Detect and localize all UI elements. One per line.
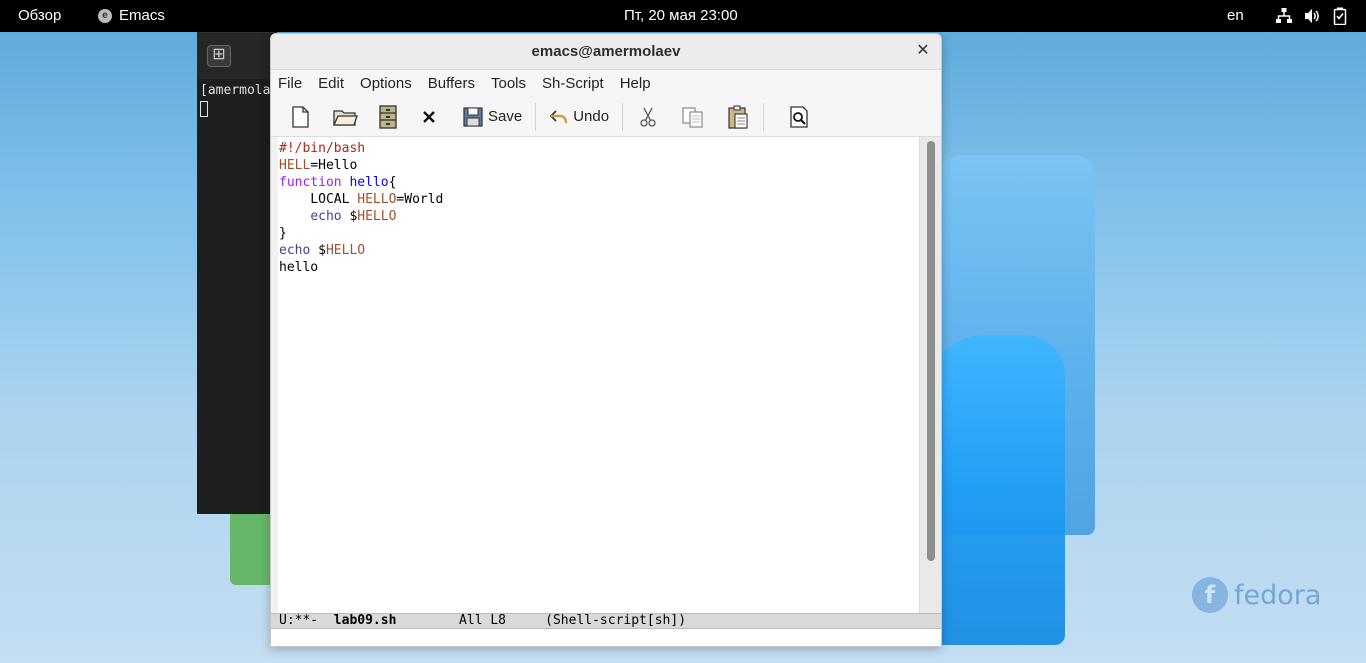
undo-icon bbox=[549, 107, 569, 127]
window-titlebar[interactable]: emacs@amermolaev ✕ bbox=[271, 34, 941, 70]
dired-button[interactable] bbox=[371, 101, 405, 133]
code-token: HELLO bbox=[357, 192, 397, 207]
menu-file[interactable]: File bbox=[278, 75, 302, 92]
code-token: echo bbox=[279, 243, 311, 258]
copy-button[interactable] bbox=[675, 101, 711, 133]
left-fringe bbox=[271, 137, 278, 613]
code-token: =Hello bbox=[310, 158, 358, 173]
menu-help[interactable]: Help bbox=[620, 75, 651, 92]
tool-bar: Save Undo bbox=[271, 97, 941, 137]
code-token: $ bbox=[310, 243, 326, 258]
file-cabinet-icon bbox=[376, 104, 400, 130]
code-token: } bbox=[279, 226, 287, 241]
code-token: =World bbox=[396, 192, 444, 207]
open-file-button[interactable] bbox=[327, 101, 363, 133]
close-buffer-icon bbox=[418, 106, 440, 128]
volume-icon bbox=[1303, 7, 1321, 25]
terminal-prompt: [amermola bbox=[200, 83, 271, 98]
code-line[interactable]: } bbox=[279, 225, 443, 242]
fedora-wordmark: fedora bbox=[1234, 579, 1322, 611]
menu-bar: File Edit Options Buffers Tools Sh-Scrip… bbox=[271, 70, 941, 97]
clock-button[interactable]: Пт, 20 мая 23:00 bbox=[624, 7, 738, 24]
code-buffer[interactable]: #!/bin/bash HELL=Hello function hello{ LOC… bbox=[279, 140, 443, 276]
kill-buffer-button[interactable] bbox=[413, 101, 445, 133]
copy-icon bbox=[680, 105, 706, 129]
modeline-position: All L8 bbox=[396, 613, 546, 628]
fedora-logo: f fedora bbox=[1192, 577, 1321, 613]
code-line[interactable]: function hello{ bbox=[279, 174, 443, 191]
folder-open-icon bbox=[332, 105, 358, 129]
emacs-icon: e bbox=[98, 8, 112, 23]
code-line[interactable]: hello bbox=[279, 259, 443, 276]
code-line[interactable]: echo $HELLO bbox=[279, 208, 443, 225]
code-token: $ bbox=[341, 209, 358, 224]
modeline-buffer-name[interactable]: lab09.sh bbox=[334, 614, 397, 628]
system-menu-button[interactable] bbox=[1275, 7, 1349, 25]
code-line[interactable]: HELL=Hello bbox=[279, 157, 443, 174]
menu-options[interactable]: Options bbox=[360, 75, 412, 92]
top-bar: Обзор e Emacs Пт, 20 мая 23:00 en bbox=[0, 0, 1366, 32]
menu-buffers[interactable]: Buffers bbox=[428, 75, 475, 92]
scrollbar-thumb[interactable] bbox=[927, 141, 935, 561]
paste-icon bbox=[726, 104, 750, 130]
menu-edit[interactable]: Edit bbox=[318, 75, 344, 92]
emacs-window: emacs@amermolaev ✕ File Edit Options Buf… bbox=[270, 33, 942, 647]
modeline-major-mode[interactable]: (Shell-script[sh]) bbox=[545, 614, 686, 628]
code-token: echo bbox=[310, 209, 342, 224]
code-line[interactable]: LOCAL HELLO=World bbox=[279, 191, 443, 208]
save-label: Save bbox=[488, 108, 523, 125]
new-file-button[interactable] bbox=[283, 101, 317, 133]
code-token: hello bbox=[349, 175, 389, 190]
terminal-cursor bbox=[200, 101, 208, 117]
menu-sh-script[interactable]: Sh-Script bbox=[542, 75, 604, 92]
network-wired-icon bbox=[1275, 7, 1293, 25]
new-file-icon bbox=[288, 105, 312, 129]
new-tab-icon[interactable]: ⊞ bbox=[207, 45, 231, 67]
undo-button[interactable]: Undo bbox=[544, 101, 614, 133]
save-button[interactable]: Save bbox=[457, 101, 527, 133]
toolbar-separator bbox=[622, 102, 624, 131]
battery-icon bbox=[1331, 7, 1349, 25]
toolbar-separator bbox=[535, 102, 537, 131]
code-line[interactable]: #!/bin/bash bbox=[279, 140, 443, 157]
echo-area[interactable] bbox=[271, 629, 941, 644]
code-token: hello bbox=[279, 260, 319, 275]
code-token: HELLO bbox=[325, 243, 366, 258]
keyboard-layout-button[interactable]: en bbox=[1227, 7, 1244, 24]
window-title: emacs@amermolaev bbox=[531, 43, 681, 60]
code-token: #!/bin/bash bbox=[279, 141, 366, 156]
activities-button[interactable]: Обзор bbox=[18, 7, 61, 24]
code-token: HELLO bbox=[357, 209, 397, 224]
modeline-status: U:**- bbox=[279, 613, 334, 628]
save-icon bbox=[462, 106, 484, 128]
paste-button[interactable] bbox=[721, 101, 755, 133]
close-icon[interactable]: ✕ bbox=[915, 34, 931, 68]
code-token: LOCAL bbox=[279, 192, 358, 207]
toolbar-separator bbox=[763, 102, 765, 131]
vertical-scrollbar[interactable] bbox=[919, 137, 941, 613]
code-token: { bbox=[388, 175, 397, 190]
app-menu-button[interactable]: e Emacs bbox=[98, 7, 165, 24]
terminal-window[interactable]: ⊞ [amermola bbox=[197, 32, 277, 514]
code-token: function bbox=[279, 175, 342, 190]
cut-button[interactable] bbox=[631, 101, 665, 133]
fedora-icon: f bbox=[1192, 577, 1228, 613]
undo-label: Undo bbox=[573, 108, 610, 125]
wallpaper-shape-front bbox=[925, 335, 1065, 645]
app-menu-label: Emacs bbox=[119, 7, 165, 24]
scissors-icon bbox=[636, 105, 660, 129]
terminal-header: ⊞ bbox=[197, 33, 277, 79]
editor-area[interactable]: #!/bin/bash HELL=Hello function hello{ LOC… bbox=[271, 137, 941, 613]
code-token: HELL bbox=[279, 158, 311, 173]
mode-line: U:**- lab09.sh All L8 (Shell-script[sh]) bbox=[271, 613, 941, 629]
menu-tools[interactable]: Tools bbox=[491, 75, 526, 92]
search-button[interactable] bbox=[782, 101, 816, 133]
wallpaper-shape-green bbox=[230, 505, 275, 585]
code-line[interactable]: echo $HELLO bbox=[279, 242, 443, 259]
search-icon bbox=[787, 105, 811, 129]
